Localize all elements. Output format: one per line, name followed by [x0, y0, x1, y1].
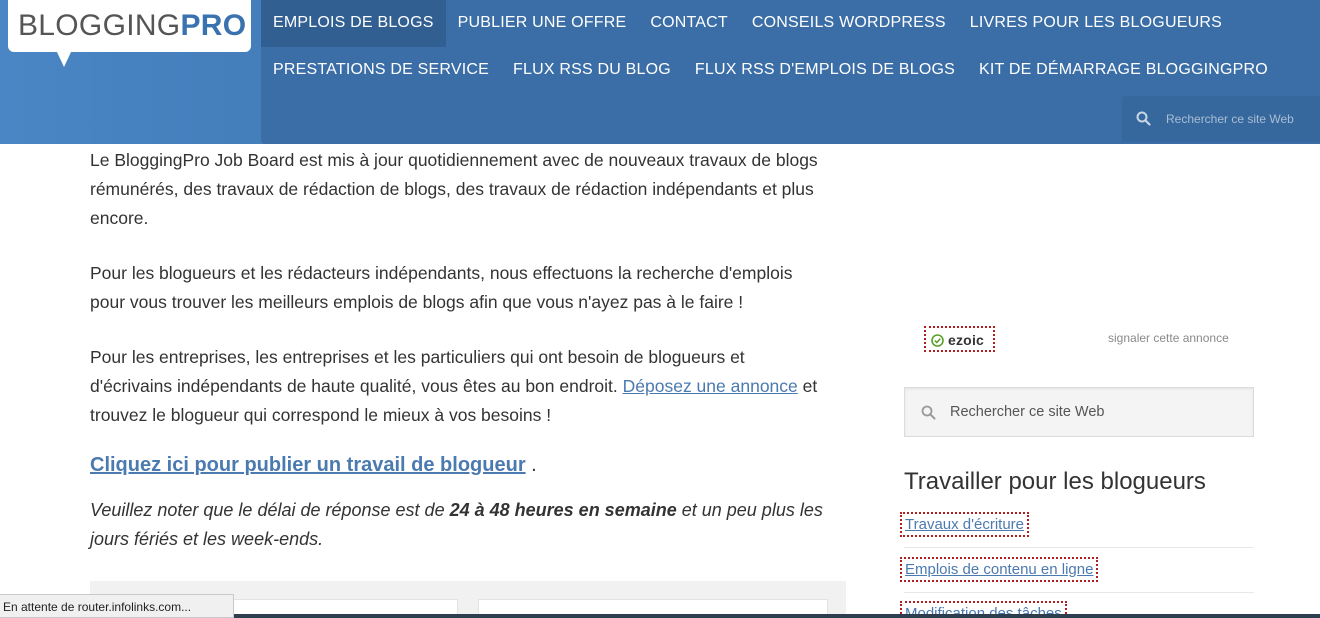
- nav-item-livres-pour-les-blogueurs[interactable]: LIVRES POUR LES BLOGUEURS: [958, 0, 1234, 47]
- header-search-placeholder: Rechercher ce site Web: [1166, 112, 1294, 126]
- sidebar-title: Travailler pour les blogueurs: [904, 468, 1206, 495]
- nav-row-1: EMPLOIS DE BLOGS PUBLIER UNE OFFRE CONTA…: [261, 0, 1234, 47]
- ezoic-logo-icon: [931, 334, 944, 347]
- nav-item-publier-une-offre[interactable]: PUBLIER UNE OFFRE: [446, 0, 639, 47]
- nav-item-emplois-de-blogs[interactable]: EMPLOIS DE BLOGS: [261, 0, 446, 47]
- logo[interactable]: BLOGGINGPRO: [8, 0, 251, 52]
- sidebar-link-writing-jobs[interactable]: Travaux d'écriture: [900, 512, 1030, 537]
- nav-item-kit-de-demarrage[interactable]: KIT DE DÉMARRAGE BLOGGINGPRO: [967, 47, 1280, 94]
- response-time-note: Veuillez noter que le délai de réponse e…: [90, 500, 823, 549]
- ezoic-ad-badge[interactable]: ezoic: [924, 326, 995, 352]
- sidebar-search-input[interactable]: Rechercher ce site Web: [904, 387, 1254, 437]
- intro-paragraph: Le BloggingPro Job Board est mis à jour …: [90, 150, 818, 228]
- report-ad-link[interactable]: signaler cette annonce: [1108, 331, 1229, 345]
- header-search-input[interactable]: Rechercher ce site Web: [1122, 96, 1320, 142]
- sidebar-search-placeholder: Rechercher ce site Web: [950, 404, 1105, 420]
- bloggers-paragraph: Pour les blogueurs et les rédacteurs ind…: [90, 263, 793, 312]
- divider: [904, 547, 1254, 548]
- post-ad-link[interactable]: Déposez une annonce: [623, 376, 798, 396]
- nav-item-contact[interactable]: CONTACT: [638, 0, 740, 47]
- cta-heading: Cliquez ici pour publier un travail de b…: [90, 454, 537, 476]
- nav-row-2: PRESTATIONS DE SERVICE FLUX RSS DU BLOG …: [261, 47, 1280, 94]
- divider: [904, 592, 1254, 593]
- bottom-strip: [234, 614, 1320, 618]
- logo-speech-tail: [56, 50, 72, 67]
- logo-text: BLOGGINGPRO: [18, 9, 247, 42]
- nav-item-prestations-de-service[interactable]: PRESTATIONS DE SERVICE: [261, 47, 501, 94]
- nav-item-flux-rss-du-blog[interactable]: FLUX RSS DU BLOG: [501, 47, 683, 94]
- nav-item-flux-rss-emplois[interactable]: FLUX RSS D'EMPLOIS DE BLOGS: [683, 47, 967, 94]
- browser-status-bar: En attente de router.infolinks.com...: [0, 594, 234, 618]
- search-icon: [1136, 111, 1151, 126]
- post-job-link[interactable]: Cliquez ici pour publier un travail de b…: [90, 454, 526, 476]
- site-header: BLOGGINGPRO EMPLOIS DE BLOGS PUBLIER UNE…: [0, 0, 1320, 144]
- nav-item-conseils-wordpress[interactable]: CONSEILS WORDPRESS: [740, 0, 958, 47]
- search-icon: [921, 405, 936, 420]
- sidebar-link-online-content-jobs[interactable]: Emplois de contenu en ligne: [900, 557, 1099, 582]
- business-paragraph: Pour les entreprises, les entreprises et…: [90, 347, 818, 425]
